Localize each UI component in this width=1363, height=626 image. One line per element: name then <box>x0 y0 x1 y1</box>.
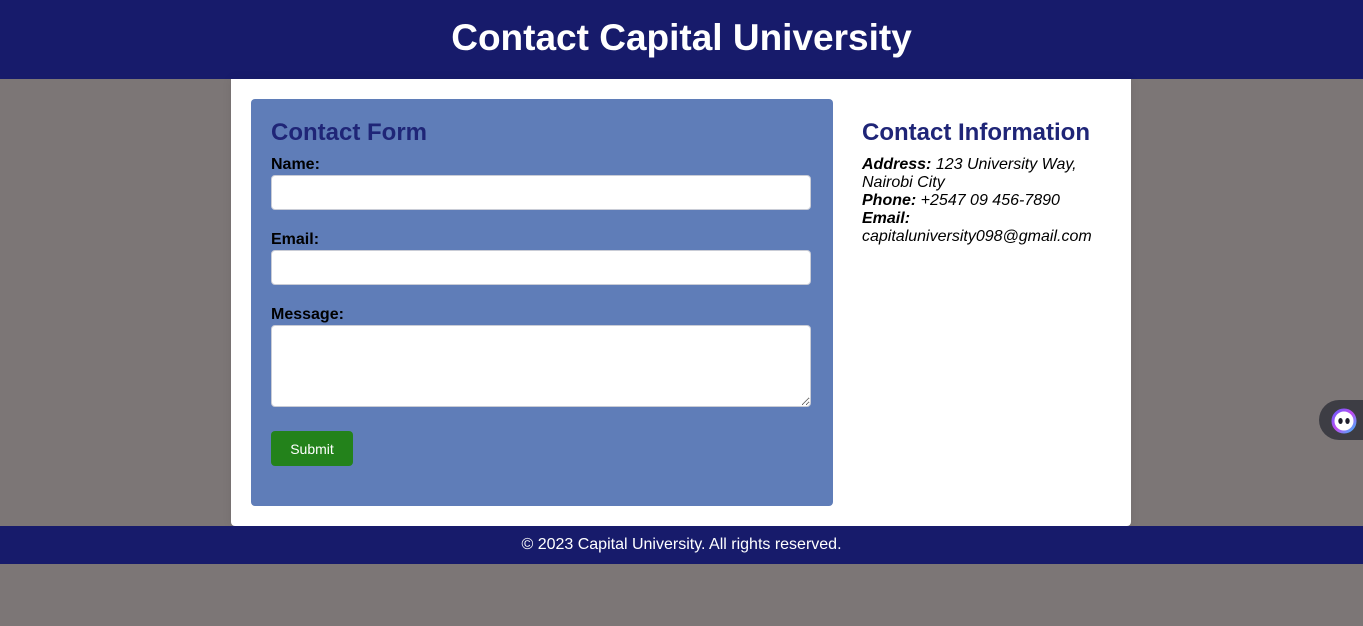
site-footer: © 2023 Capital University. All rights re… <box>0 526 1363 564</box>
email-line: Email: capitaluniversity098@gmail.com <box>862 210 1107 246</box>
phone-label: Phone: <box>862 192 917 209</box>
message-label: Message: <box>271 306 344 323</box>
submit-button[interactable]: Submit <box>271 431 353 466</box>
site-header: Contact Capital University <box>0 0 1363 79</box>
floating-assistant-button[interactable] <box>1319 400 1363 440</box>
contact-info-list: Address: 123 University Way, Nairobi Cit… <box>862 156 1107 246</box>
footer-copyright: © 2023 Capital University. All rights re… <box>521 536 842 553</box>
address-line: Address: 123 University Way, Nairobi Cit… <box>862 156 1107 192</box>
phone-value: +2547 09 456-7890 <box>920 192 1060 209</box>
contact-card: Contact Form Name: Email: Message: Submi… <box>231 79 1131 526</box>
email-value: capitaluniversity098@gmail.com <box>862 228 1092 245</box>
contact-form-panel: Contact Form Name: Email: Message: Submi… <box>251 99 833 506</box>
email-input[interactable] <box>271 250 811 285</box>
name-label: Name: <box>271 156 320 173</box>
phone-line: Phone: +2547 09 456-7890 <box>862 192 1107 210</box>
contact-form-title: Contact Form <box>271 119 427 146</box>
page-title: Contact Capital University <box>451 17 912 58</box>
contact-info-title: Contact Information <box>862 119 1090 146</box>
assistant-face-icon <box>1331 408 1357 434</box>
email-info-label: Email: <box>862 210 911 227</box>
name-input[interactable] <box>271 175 811 210</box>
address-label: Address: <box>862 156 932 173</box>
message-textarea[interactable] <box>271 325 811 407</box>
email-label: Email: <box>271 231 320 248</box>
